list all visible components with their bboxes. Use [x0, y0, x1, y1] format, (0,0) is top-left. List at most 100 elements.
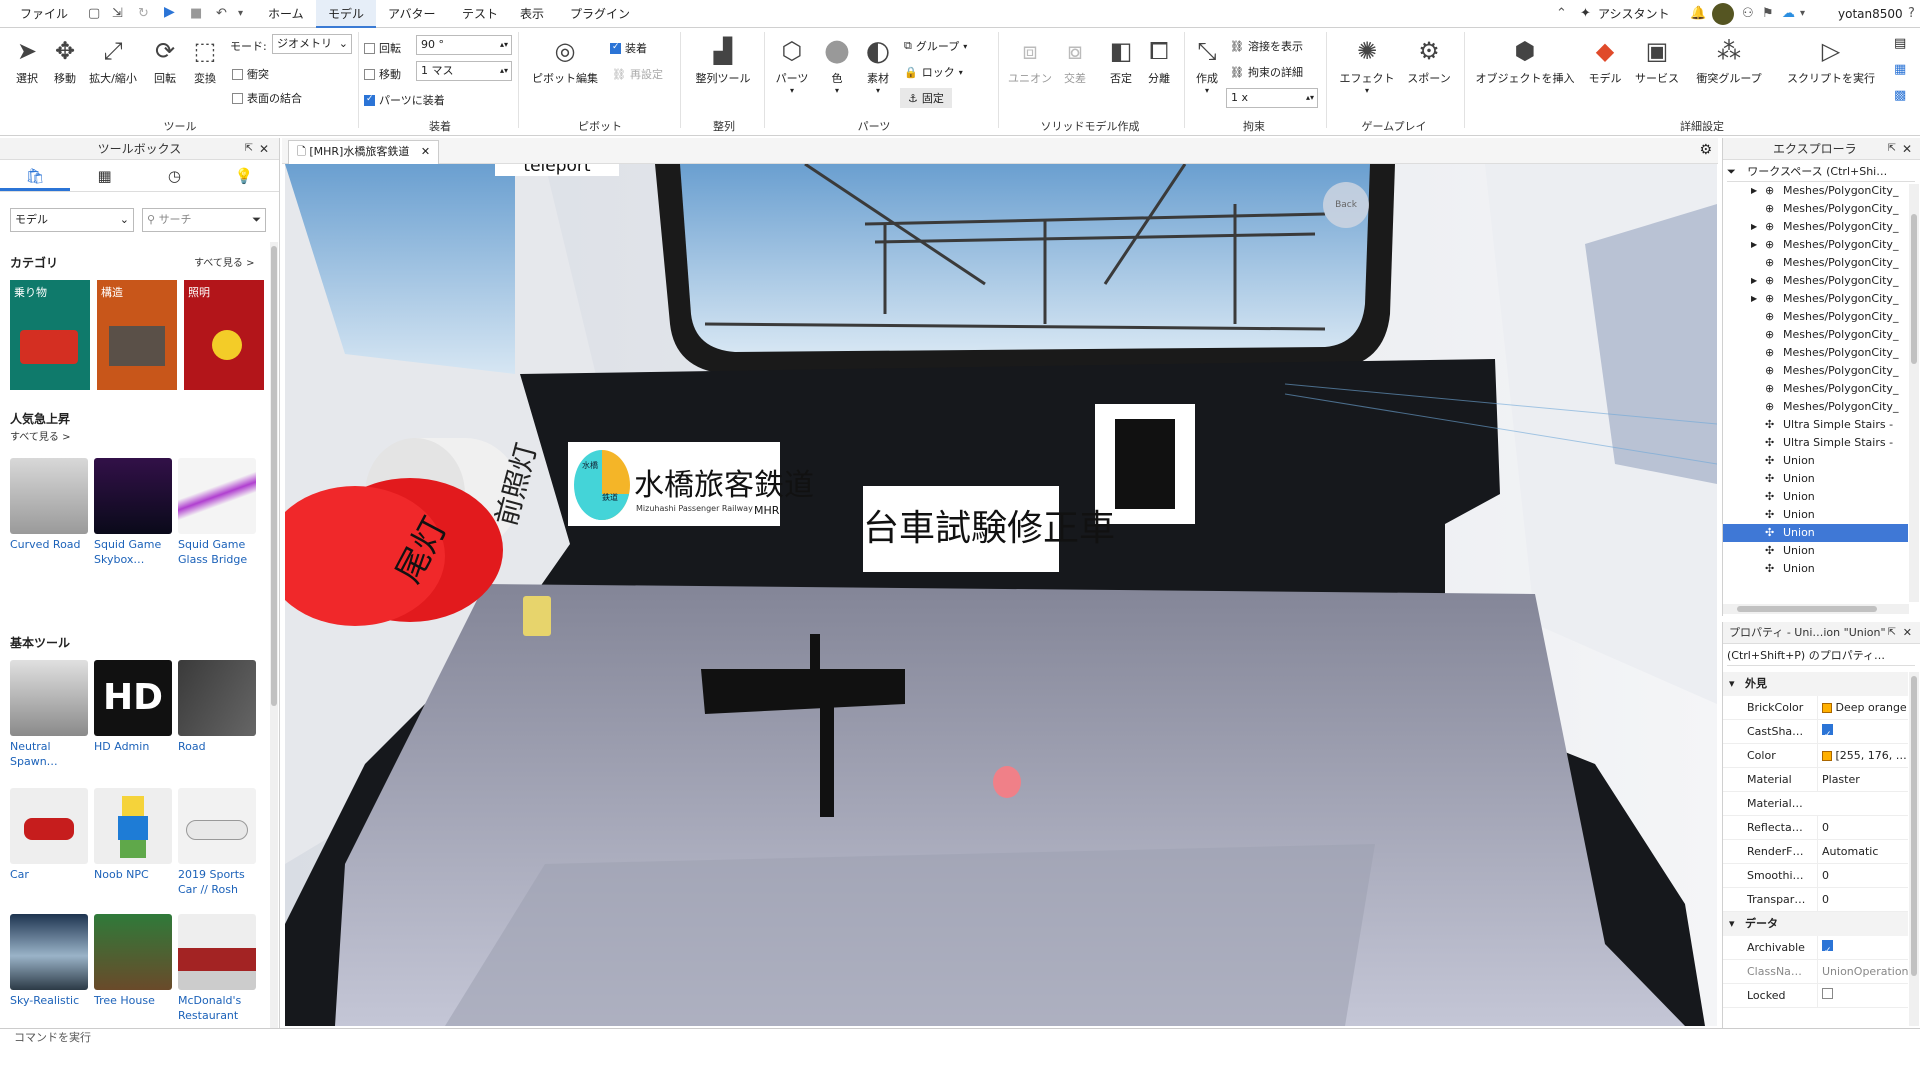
- explorer-scrollbar[interactable]: [1909, 184, 1919, 602]
- prop-locked[interactable]: Locked: [1723, 984, 1908, 1008]
- explorer-item[interactable]: ✣ Union: [1723, 506, 1908, 524]
- pivot-edit-button[interactable]: ◎ ピボット編集: [526, 36, 604, 86]
- toolbox-item[interactable]: 2019 Sports Car // Rosh: [178, 788, 260, 897]
- menu-test[interactable]: テスト: [460, 0, 500, 28]
- assistant-button[interactable]: アシスタント: [1596, 0, 1672, 28]
- viewport-settings-icon[interactable]: ⚙: [1699, 142, 1712, 158]
- explorer-item[interactable]: ▶ ⊕ Meshes/PolygonCity_: [1723, 272, 1908, 290]
- explorer-item[interactable]: ⊕ Meshes/PolygonCity_: [1723, 398, 1908, 416]
- inventory-tab[interactable]: ▦: [70, 160, 140, 191]
- explorer-item[interactable]: ✣ Union: [1723, 524, 1908, 542]
- part-button[interactable]: ⬡ パーツ ▾: [770, 36, 814, 95]
- toolbox-category-select[interactable]: モデル ⌄: [10, 208, 134, 232]
- expand-arrow-icon[interactable]: ▶: [1751, 184, 1757, 200]
- constraint-details-button[interactable]: ⛓ 拘束の詳細: [1230, 64, 1303, 80]
- team-create-icon[interactable]: ⚑: [1762, 6, 1774, 21]
- explorer-item[interactable]: ⊕ Meshes/PolygonCity_: [1723, 254, 1908, 272]
- spawn-button[interactable]: ⚙ スポーン: [1404, 36, 1454, 86]
- assistant-icon[interactable]: ✦: [1580, 6, 1591, 21]
- scale-tool-button[interactable]: ⤢ 拡大/縮小: [86, 36, 140, 86]
- weld-parts-toggle[interactable]: パーツに装着: [364, 92, 445, 108]
- properties-scrollbar[interactable]: [1909, 672, 1919, 1026]
- pivot-attach-toggle[interactable]: 装着: [610, 40, 647, 56]
- rotate-tool-button[interactable]: ⟳ 回転: [148, 36, 182, 86]
- toolbox-search-input[interactable]: ⚲ サーチ ⏷: [142, 208, 266, 232]
- group-button[interactable]: ⧉ グループ ▾: [904, 38, 967, 54]
- prop-reflectance[interactable]: Reflecta… 0: [1723, 816, 1908, 840]
- trending-see-all[interactable]: すべて見る >: [10, 428, 70, 443]
- toolbox-item[interactable]: McDonald's Restaurant: [178, 914, 260, 1023]
- union-button[interactable]: ⧈ ユニオン: [1004, 36, 1056, 86]
- 3d-viewport[interactable]: teleport 尾灯 前照灯 水橋 鉄道 水橋旅客鉄道 Mizuhashi P…: [285, 164, 1717, 1026]
- explorer-item[interactable]: ▶ ⊕ Meshes/PolygonCity_: [1723, 218, 1908, 236]
- castshadow-checkbox[interactable]: [1822, 723, 1833, 744]
- toolbox-item[interactable]: Squid Game Skybox…: [94, 458, 176, 567]
- explorer-hscrollbar[interactable]: [1723, 604, 1909, 614]
- service-button[interactable]: ▣ サービス: [1630, 36, 1684, 86]
- document-tab[interactable]: 🗋 [MHR]水橋旅客鉄道 ✕: [288, 140, 440, 164]
- prop-materialvariant[interactable]: Material…: [1723, 792, 1908, 816]
- explorer-item[interactable]: ⊕ Meshes/PolygonCity_: [1723, 308, 1908, 326]
- color-button[interactable]: ● 色 ▾: [818, 36, 856, 96]
- cloud-icon[interactable]: ☁: [1782, 6, 1795, 21]
- run-script-button[interactable]: ▷ スクリプトを実行: [1776, 36, 1886, 86]
- category-vehicles[interactable]: 乗り物: [10, 280, 90, 390]
- prop-color[interactable]: Color [255, 176, …: [1723, 744, 1908, 768]
- expand-arrow-icon[interactable]: ▶: [1751, 290, 1757, 308]
- menu-view[interactable]: 表示: [518, 0, 546, 28]
- model-button[interactable]: ◆ モデル: [1584, 36, 1626, 86]
- teleport-label[interactable]: teleport: [495, 164, 619, 176]
- explorer-item[interactable]: ✣ Ultra Simple Stairs -: [1723, 434, 1908, 452]
- explorer-item[interactable]: ✣ Union: [1723, 470, 1908, 488]
- menu-model[interactable]: モデル: [316, 0, 377, 28]
- explorer-item[interactable]: ✣ Union: [1723, 452, 1908, 470]
- separate-button[interactable]: ⧠ 分離: [1142, 36, 1176, 86]
- toolbox-item[interactable]: HD HD Admin: [94, 660, 176, 754]
- prop-transparency[interactable]: Transpar… 0: [1723, 888, 1908, 912]
- toolbox-item[interactable]: Car: [10, 788, 92, 882]
- creations-tab[interactable]: 💡: [209, 160, 279, 191]
- pivot-reset-button[interactable]: ⛓ 再設定: [612, 66, 663, 82]
- explorer-item[interactable]: ✣ Union: [1723, 560, 1908, 578]
- plugin-icon[interactable]: ▩: [1894, 88, 1906, 103]
- menu-avatar[interactable]: アバター: [386, 0, 438, 28]
- prop-archivable[interactable]: Archivable: [1723, 936, 1908, 960]
- recent-tab[interactable]: ◷: [140, 160, 210, 191]
- username[interactable]: yotan8500: [1836, 0, 1905, 28]
- category-lighting[interactable]: 照明: [184, 280, 264, 390]
- move-snap-toggle[interactable]: 移動: [364, 66, 401, 82]
- toolbox-scrollbar[interactable]: [270, 242, 278, 1028]
- insert-object-button[interactable]: ⬢ オブジェクトを挿入: [1470, 36, 1580, 86]
- expand-arrow-icon[interactable]: ▶: [1751, 236, 1757, 254]
- explorer-item[interactable]: ▶ ⊕ Meshes/PolygonCity_: [1723, 290, 1908, 308]
- new-file-icon[interactable]: ▢: [88, 6, 100, 21]
- show-welds-button[interactable]: ⛓ 溶接を表示: [1230, 38, 1303, 54]
- anchor-button[interactable]: ⚓ 固定: [900, 88, 952, 108]
- mode-select[interactable]: ジオメトリ ⌄: [272, 34, 352, 54]
- explorer-filter-input[interactable]: ⏷ ワークスペース (Ctrl+Shi…: [1727, 162, 1915, 182]
- move-snap-input[interactable]: 1 マス ▴▾: [416, 61, 512, 81]
- explorer-item[interactable]: ▶ ⊕ Meshes/PolygonCity_: [1723, 184, 1908, 200]
- cloud-dropdown-icon[interactable]: ▾: [1800, 8, 1805, 19]
- categories-see-all[interactable]: すべて見る >: [194, 254, 254, 269]
- undock-icon[interactable]: ⇱: [1888, 138, 1896, 160]
- surface-join-toggle[interactable]: 表面の結合: [232, 90, 302, 106]
- explorer-item[interactable]: ✣ Ultra Simple Stairs -: [1723, 416, 1908, 434]
- rotate-snap-toggle[interactable]: 回転: [364, 40, 401, 56]
- quick-access-dropdown-icon[interactable]: ▾: [238, 8, 243, 19]
- script-icon[interactable]: ▤: [1894, 36, 1906, 51]
- explorer-item[interactable]: ⊕ Meshes/PolygonCity_: [1723, 344, 1908, 362]
- open-file-icon[interactable]: ⇲: [112, 6, 123, 21]
- prop-castshadow[interactable]: CastSha…: [1723, 720, 1908, 744]
- toolbox-item[interactable]: Road: [178, 660, 260, 754]
- data-section-header[interactable]: ▾ データ: [1723, 912, 1908, 936]
- toolbox-item[interactable]: Tree House: [94, 914, 176, 1008]
- toolbox-item[interactable]: Squid Game Glass Bridge: [178, 458, 260, 567]
- undock-icon[interactable]: ⇱: [245, 138, 253, 160]
- explorer-item[interactable]: ⊕ Meshes/PolygonCity_: [1723, 362, 1908, 380]
- toolbox-item[interactable]: Noob NPC: [94, 788, 176, 882]
- archivable-checkbox[interactable]: [1822, 939, 1833, 960]
- explorer-item[interactable]: ▶ ⊕ Meshes/PolygonCity_: [1723, 236, 1908, 254]
- prop-smoothingangle[interactable]: Smoothi… 0: [1723, 864, 1908, 888]
- appearance-section-header[interactable]: ▾ 外見: [1723, 672, 1908, 696]
